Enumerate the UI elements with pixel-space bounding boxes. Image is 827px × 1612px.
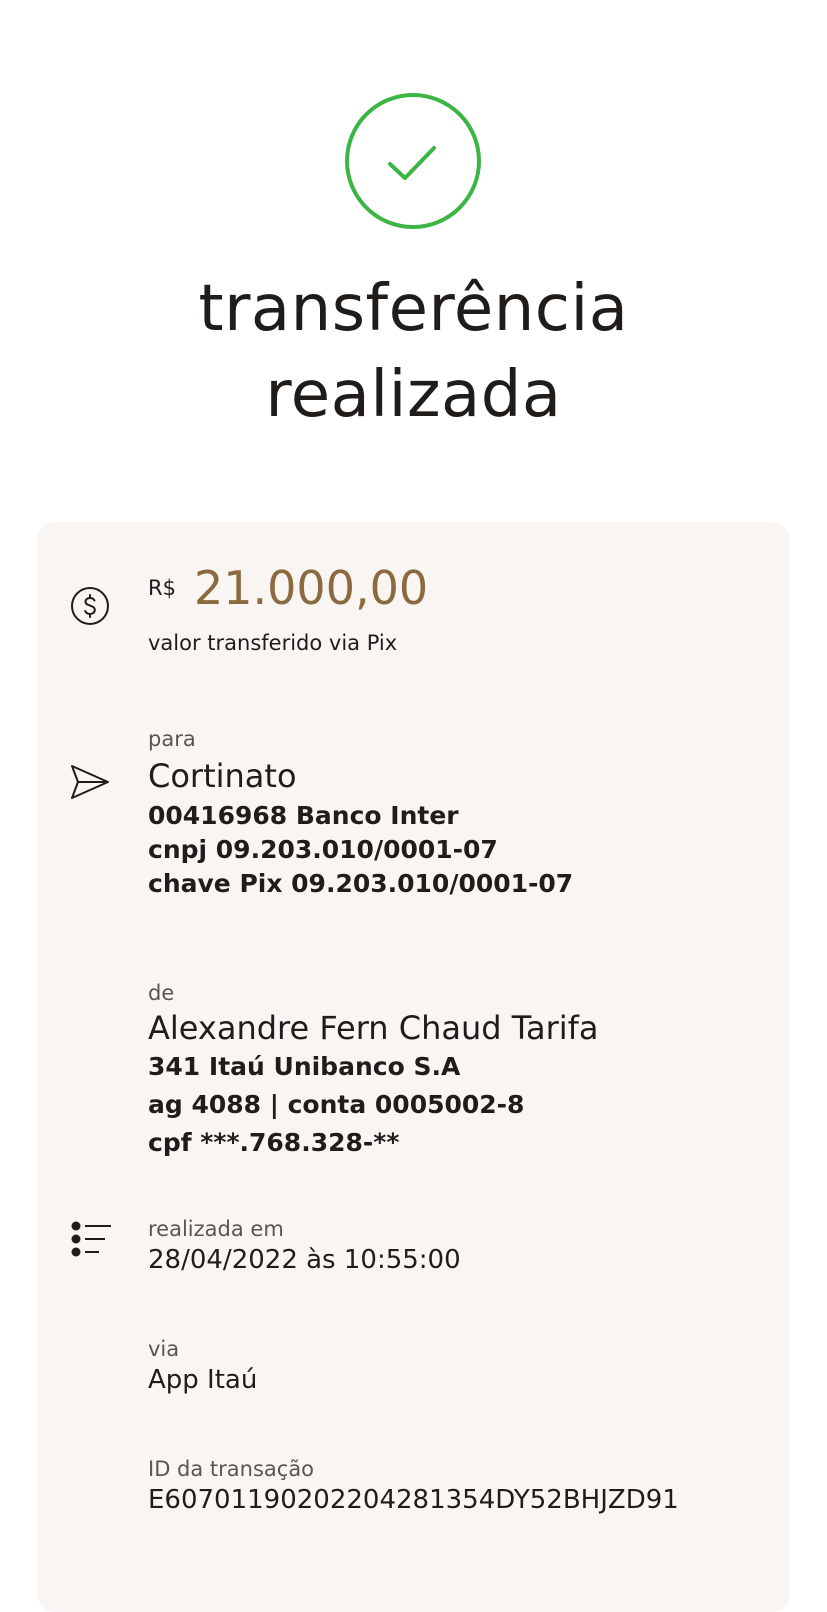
date-label: realizada em (148, 1217, 284, 1241)
sender-name: Alexandre Fern Chaud Tarifa (148, 1009, 599, 1047)
recipient-label: para (148, 727, 196, 751)
recipient-document: cnpj 09.203.010/0001-07 (148, 835, 498, 864)
recipient-pix-key: chave Pix 09.203.010/0001-07 (148, 869, 574, 898)
recipient-name: Cortinato (148, 757, 297, 795)
date-value: 28/04/2022 às 10:55:00 (148, 1245, 461, 1275)
currency-symbol: R$ (148, 576, 176, 600)
transaction-id-value: E60701190202204281354DY52BHJZD91 (148, 1485, 679, 1515)
transaction-id-label: ID da transação (148, 1457, 315, 1481)
sender-bank: 341 Itaú Unibanco S.A (148, 1052, 461, 1081)
page-title: transferência realizada (0, 266, 827, 438)
sender-label: de (148, 981, 175, 1005)
dollar-circle-icon (71, 587, 109, 625)
via-value: App Itaú (148, 1365, 258, 1395)
title-line-2: realizada (265, 358, 562, 432)
success-check-icon (345, 93, 481, 229)
send-icon (71, 765, 109, 799)
recipient-bank: 00416968 Banco Inter (148, 801, 459, 830)
transfer-amount: 21.000,00 (194, 561, 429, 615)
sender-document: cpf ***.768.328-** (148, 1128, 400, 1157)
amount-caption: valor transferido via Pix (148, 631, 398, 655)
sender-account: ag 4088 | conta 0005002-8 (148, 1090, 525, 1119)
via-label: via (148, 1337, 180, 1361)
list-icon (71, 1221, 111, 1257)
title-line-1: transferência (198, 272, 629, 346)
